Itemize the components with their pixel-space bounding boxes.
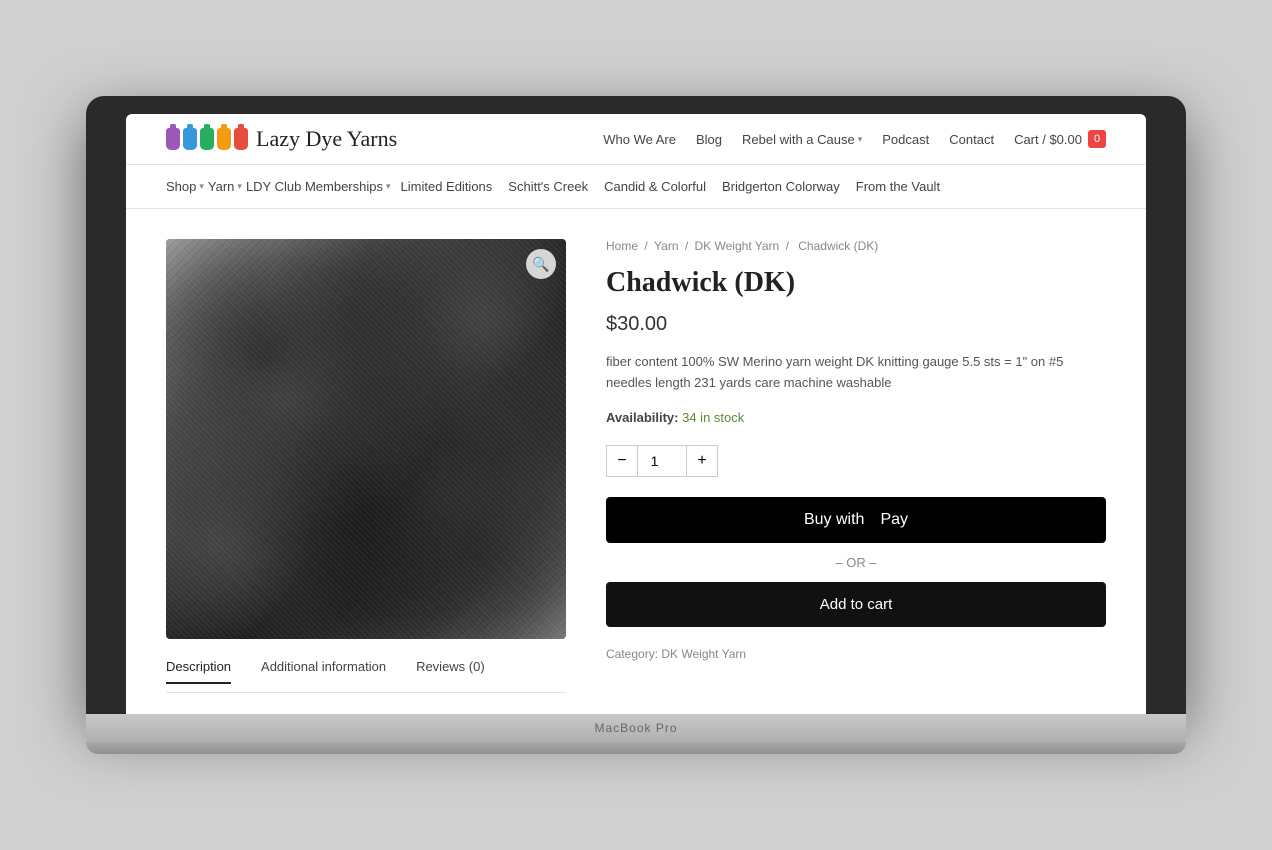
nav-limited-editions[interactable]: Limited Editions [395,175,499,198]
nav-shop[interactable]: Shop ▾ [166,179,204,194]
nav-contact[interactable]: Contact [949,132,994,147]
laptop-model-label: MacBook Pro [594,721,677,735]
breadcrumb-current: Chadwick (DK) [798,239,878,253]
product-price: $30.00 [606,313,1106,336]
bottle-purple [166,128,180,150]
chevron-down-icon: ▾ [199,181,204,192]
apple-pay-label: Pay [880,511,908,529]
cart-label: Cart / $0.00 [1014,132,1082,147]
secondary-navigation: Shop ▾ Yarn ▾ LDY Club Memberships ▾ Lim… [126,165,1146,209]
page-content: 🔍 Description Additional information Rev… [126,209,1146,714]
breadcrumb-sep: / [644,239,651,253]
tab-reviews[interactable]: Reviews (0) [416,659,485,684]
tab-description[interactable]: Description [166,659,231,684]
search-icon: 🔍 [532,256,549,273]
apple-pay-text: Buy with [804,511,864,529]
cart-badge: 0 [1088,130,1106,148]
product-image-container: 🔍 [166,239,566,639]
nav-rebel-with-cause[interactable]: Rebel with a Cause ▾ [742,132,862,147]
nav-ldy-club[interactable]: LDY Club Memberships ▾ [246,179,391,194]
product-details: Home / Yarn / DK Weight Yarn / Chadwick … [606,239,1106,693]
bottle-blue [183,128,197,150]
buy-with-apple-pay-button[interactable]: Buy with Pay [606,497,1106,543]
category-label: Category: [606,647,658,661]
breadcrumb-sep: / [685,239,692,253]
quantity-controls: − + [606,445,718,477]
main-navigation: Who We Are Blog Rebel with a Cause ▾ Pod… [603,130,1106,148]
quantity-decrease-button[interactable]: − [606,445,638,477]
nav-who-we-are[interactable]: Who We Are [603,132,676,147]
logo-area[interactable]: Lazy Dye Yarns [166,126,397,152]
nav-from-vault[interactable]: From the Vault [850,175,946,198]
bottle-red [234,128,248,150]
nav-podcast[interactable]: Podcast [882,132,929,147]
nav-yarn[interactable]: Yarn ▾ [208,179,242,194]
product-title: Chadwick (DK) [606,267,1106,299]
logo-bottles [166,128,248,150]
product-image [166,239,566,639]
breadcrumb-home[interactable]: Home [606,239,638,253]
browser-window: Lazy Dye Yarns Who We Are Blog Rebel wit… [126,114,1146,714]
breadcrumb: Home / Yarn / DK Weight Yarn / Chadwick … [606,239,1106,253]
chevron-down-icon: ▾ [386,181,391,192]
laptop-frame: Lazy Dye Yarns Who We Are Blog Rebel wit… [86,96,1186,754]
breadcrumb-dk-weight[interactable]: DK Weight Yarn [695,239,780,253]
product-description: fiber content 100% SW Merino yarn weight… [606,352,1106,394]
laptop-base: MacBook Pro [86,714,1186,742]
tab-additional-info[interactable]: Additional information [261,659,386,684]
nav-blog[interactable]: Blog [696,132,722,147]
availability: Availability: 34 in stock [606,410,1106,425]
breadcrumb-yarn[interactable]: Yarn [654,239,678,253]
chevron-down-icon: ▾ [237,181,242,192]
product-tabs: Description Additional information Revie… [166,659,566,693]
top-nav: Lazy Dye Yarns Who We Are Blog Rebel wit… [166,126,1106,152]
breadcrumb-sep: / [786,239,793,253]
laptop-bottom [86,742,1186,754]
availability-label: Availability: [606,410,678,425]
or-divider: – OR – [606,555,1106,570]
nav-bridgerton[interactable]: Bridgerton Colorway [716,175,846,198]
bottle-green [200,128,214,150]
category-info: Category: DK Weight Yarn [606,647,1106,661]
cart-button[interactable]: Cart / $0.00 0 [1014,130,1106,148]
logo-text: Lazy Dye Yarns [256,126,397,152]
laptop-screen-frame: Lazy Dye Yarns Who We Are Blog Rebel wit… [86,96,1186,714]
add-to-cart-button[interactable]: Add to cart [606,582,1106,627]
image-zoom-button[interactable]: 🔍 [526,249,556,279]
category-value[interactable]: DK Weight Yarn [661,647,746,661]
site-header: Lazy Dye Yarns Who We Are Blog Rebel wit… [126,114,1146,165]
quantity-input[interactable] [638,445,686,477]
chevron-down-icon: ▾ [858,134,863,145]
bottle-yellow [217,128,231,150]
nav-candid-colorful[interactable]: Candid & Colorful [598,175,712,198]
product-image-area: 🔍 Description Additional information Rev… [166,239,566,693]
nav-schitts-creek[interactable]: Schitt's Creek [502,175,594,198]
availability-count: 34 in stock [682,410,744,425]
quantity-increase-button[interactable]: + [686,445,718,477]
